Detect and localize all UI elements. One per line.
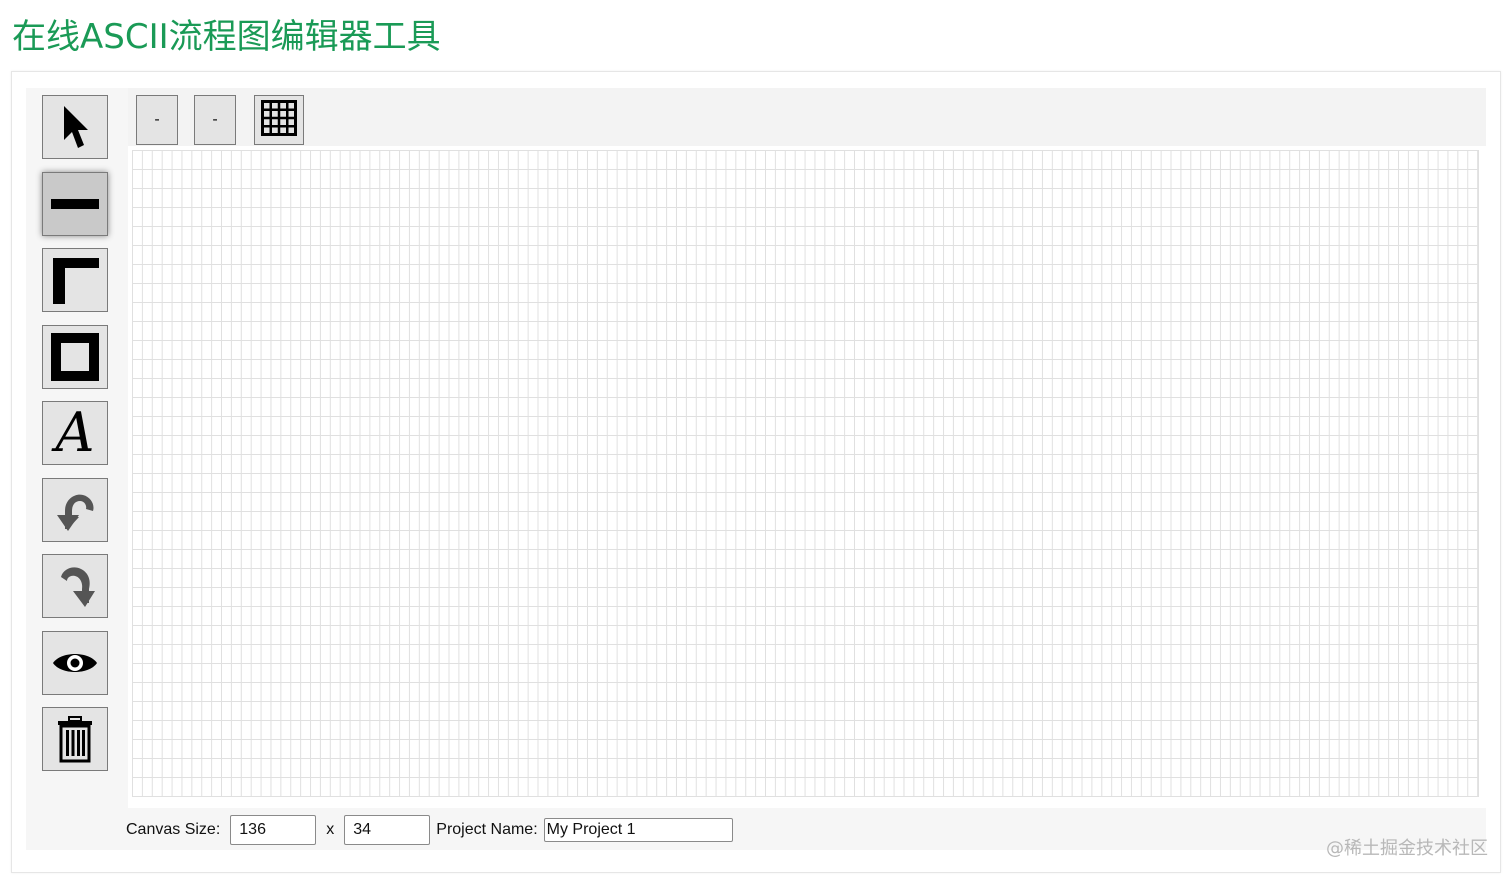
- text-tool-button[interactable]: A: [42, 401, 108, 465]
- top-toolbar: - -: [128, 88, 1486, 146]
- redo-arrow-icon: [53, 563, 97, 609]
- grid-icon: [261, 99, 297, 141]
- decrease-button-1[interactable]: -: [136, 95, 178, 145]
- eye-icon: [51, 648, 99, 678]
- undo-arrow-icon: [53, 487, 97, 533]
- preview-tool-button[interactable]: [42, 631, 108, 695]
- canvas-size-label: Canvas Size:: [126, 821, 221, 838]
- select-tool-button[interactable]: [42, 95, 108, 159]
- letter-a-icon: A: [55, 401, 95, 464]
- drawing-canvas[interactable]: [128, 146, 1486, 808]
- undo-tool-button[interactable]: [42, 478, 108, 542]
- page-title: 在线ASCII流程图编辑器工具: [12, 17, 441, 57]
- clear-tool-button[interactable]: [42, 707, 108, 771]
- project-name-label: Project Name:: [436, 821, 538, 838]
- editor-workspace: A - - Canvas Size: 136 x 34 Project Name…: [26, 88, 1486, 850]
- box-tool-button[interactable]: [42, 325, 108, 389]
- corner-line-icon: [51, 256, 99, 304]
- horizontal-line-icon: [51, 197, 99, 211]
- canvas-width-input[interactable]: [230, 815, 317, 845]
- grid-toggle-button[interactable]: [254, 95, 304, 145]
- decrease-button-2-label: -: [212, 111, 218, 128]
- editor-panel: A - - Canvas Size: 136 x 34 Project Name…: [11, 71, 1501, 873]
- canvas-grid[interactable]: [132, 150, 1479, 797]
- line-tool-button[interactable]: [42, 172, 108, 236]
- cursor-arrow-icon: [60, 104, 90, 150]
- decrease-button-1-label: -: [154, 111, 160, 128]
- bottom-settings-bar: Canvas Size: x Project Name:: [126, 814, 733, 846]
- project-name-input[interactable]: [543, 818, 733, 842]
- decrease-button-2[interactable]: -: [194, 95, 236, 145]
- watermark: @稀土掘金技术社区: [1326, 838, 1488, 859]
- trash-icon: [55, 715, 95, 763]
- redo-tool-button[interactable]: [42, 554, 108, 618]
- connector-tool-button[interactable]: [42, 248, 108, 312]
- square-box-icon: [51, 333, 99, 381]
- canvas-height-input[interactable]: [344, 815, 431, 845]
- size-separator: x: [326, 821, 335, 838]
